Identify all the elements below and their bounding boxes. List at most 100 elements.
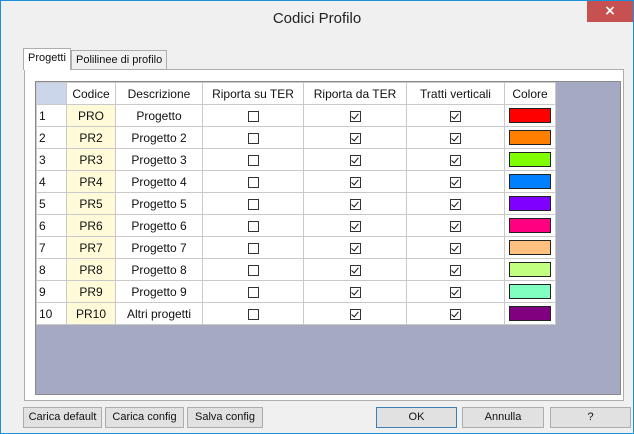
row-number[interactable]: 9 [36,280,67,303]
column-header-codice[interactable]: Codice [66,82,116,105]
riporta-da-ter-checkbox[interactable] [349,220,361,232]
tratti-verticali-checkbox[interactable] [450,264,461,276]
riporta-su-ter-checkbox[interactable] [247,242,259,254]
row-number[interactable]: 10 [36,302,67,325]
riporta-da-ter-checkbox[interactable] [349,110,361,122]
codice-cell[interactable]: PR9 [66,280,116,303]
descrizione-cell[interactable]: Progetto 4 [115,170,203,193]
riporta-da-ter-checkbox[interactable] [349,176,361,188]
codice-cell[interactable]: PR3 [66,148,116,171]
row-number[interactable]: 2 [36,126,67,149]
table-row[interactable]: 9 PR9 Progetto 9 [36,280,556,303]
table-row[interactable]: 5 PR5 Progetto 5 [36,192,556,215]
table-row[interactable]: 3 PR3 Progetto 3 [36,148,556,171]
riporta-da-ter-checkbox[interactable] [349,264,361,276]
tab-polilinee-di-profilo[interactable]: Polilinee di profilo [71,50,168,69]
codice-cell[interactable]: PR2 [66,126,116,149]
color-swatch[interactable] [509,218,551,234]
riporta-su-ter-checkbox[interactable] [247,132,259,144]
tratti-verticali-checkbox[interactable] [450,242,461,254]
table-row[interactable]: 8 PR8 Progetto 8 [36,258,556,281]
title-bar[interactable]: Codici Profilo × [1,1,633,37]
descrizione-cell[interactable]: Progetto 8 [115,258,203,281]
riporta-da-ter-checkbox[interactable] [349,198,361,210]
corner-cell[interactable] [36,82,67,105]
dialog-window: Codici Profilo × Progetti Polilinee di p… [0,0,634,434]
color-swatch[interactable] [509,174,551,190]
riporta-su-ter-checkbox[interactable] [247,154,259,166]
row-number[interactable]: 4 [36,170,67,193]
descrizione-cell[interactable]: Progetto 3 [115,148,203,171]
row-number[interactable]: 5 [36,192,67,215]
carica-config-button[interactable]: Carica config [105,407,184,428]
tratti-verticali-checkbox[interactable] [450,132,461,144]
table-row[interactable]: 2 PR2 Progetto 2 [36,126,556,149]
color-swatch[interactable] [509,262,551,278]
tratti-verticali-checkbox[interactable] [450,220,461,232]
table-row[interactable]: 7 PR7 Progetto 7 [36,236,556,259]
tab-progetti[interactable]: Progetti [23,48,71,70]
column-header-tratti-verticali[interactable]: Tratti verticali [406,82,505,105]
color-swatch[interactable] [509,130,551,146]
column-header-riporta-su-ter[interactable]: Riporta su TER [202,82,304,105]
column-header-riporta-da-ter[interactable]: Riporta da TER [303,82,407,105]
tratti-verticali-checkbox[interactable] [450,286,461,298]
tratti-verticali-checkbox[interactable] [450,198,461,210]
help-button[interactable]: ? [550,407,631,428]
tratti-verticali-checkbox[interactable] [450,110,461,122]
salva-config-button[interactable]: Salva config [187,407,263,428]
tratti-verticali-checkbox[interactable] [450,154,461,166]
profile-codes-grid[interactable]: Codice Descrizione Riporta su TER Riport… [35,81,621,395]
row-number[interactable]: 7 [36,236,67,259]
riporta-da-ter-checkbox[interactable] [349,242,361,254]
row-number[interactable]: 6 [36,214,67,237]
descrizione-cell[interactable]: Altri progetti [115,302,203,325]
riporta-su-ter-checkbox[interactable] [247,308,259,320]
close-button[interactable]: × [587,1,633,22]
descrizione-cell[interactable]: Progetto 9 [115,280,203,303]
annulla-button[interactable]: Annulla [462,407,544,428]
table-row[interactable]: 6 PR6 Progetto 6 [36,214,556,237]
riporta-su-ter-checkbox[interactable] [247,220,259,232]
row-number[interactable]: 1 [36,104,67,127]
table-row[interactable]: 1 PRO Progetto [36,104,556,127]
color-swatch[interactable] [509,284,551,300]
descrizione-cell[interactable]: Progetto [115,104,203,127]
carica-default-button[interactable]: Carica default [23,407,102,428]
column-header-colore[interactable]: Colore [504,82,556,105]
color-swatch[interactable] [509,152,551,168]
descrizione-cell[interactable]: Progetto 2 [115,126,203,149]
row-number[interactable]: 3 [36,148,67,171]
riporta-su-ter-cell [202,192,304,215]
descrizione-cell[interactable]: Progetto 6 [115,214,203,237]
codice-cell[interactable]: PR10 [66,302,116,325]
riporta-su-ter-checkbox[interactable] [247,264,259,276]
table-row[interactable]: 4 PR4 Progetto 4 [36,170,556,193]
codice-cell[interactable]: PR7 [66,236,116,259]
codice-cell[interactable]: PR5 [66,192,116,215]
riporta-da-ter-checkbox[interactable] [349,154,361,166]
color-swatch[interactable] [509,306,551,322]
color-swatch[interactable] [509,196,551,212]
riporta-su-ter-checkbox[interactable] [247,110,259,122]
codice-cell[interactable]: PR6 [66,214,116,237]
ok-button[interactable]: OK [376,407,457,428]
riporta-da-ter-checkbox[interactable] [349,132,361,144]
color-swatch[interactable] [509,108,551,124]
riporta-su-ter-checkbox[interactable] [247,286,259,298]
descrizione-cell[interactable]: Progetto 5 [115,192,203,215]
descrizione-cell[interactable]: Progetto 7 [115,236,203,259]
riporta-su-ter-checkbox[interactable] [247,176,259,188]
codice-cell[interactable]: PR8 [66,258,116,281]
tratti-verticali-checkbox[interactable] [450,308,461,320]
riporta-da-ter-checkbox[interactable] [349,308,361,320]
riporta-su-ter-checkbox[interactable] [247,198,259,210]
codice-cell[interactable]: PR4 [66,170,116,193]
color-swatch[interactable] [509,240,551,256]
column-header-descrizione[interactable]: Descrizione [115,82,203,105]
row-number[interactable]: 8 [36,258,67,281]
codice-cell[interactable]: PRO [66,104,116,127]
table-row[interactable]: 10 PR10 Altri progetti [36,302,556,325]
tratti-verticali-checkbox[interactable] [450,176,461,188]
riporta-da-ter-checkbox[interactable] [349,286,361,298]
